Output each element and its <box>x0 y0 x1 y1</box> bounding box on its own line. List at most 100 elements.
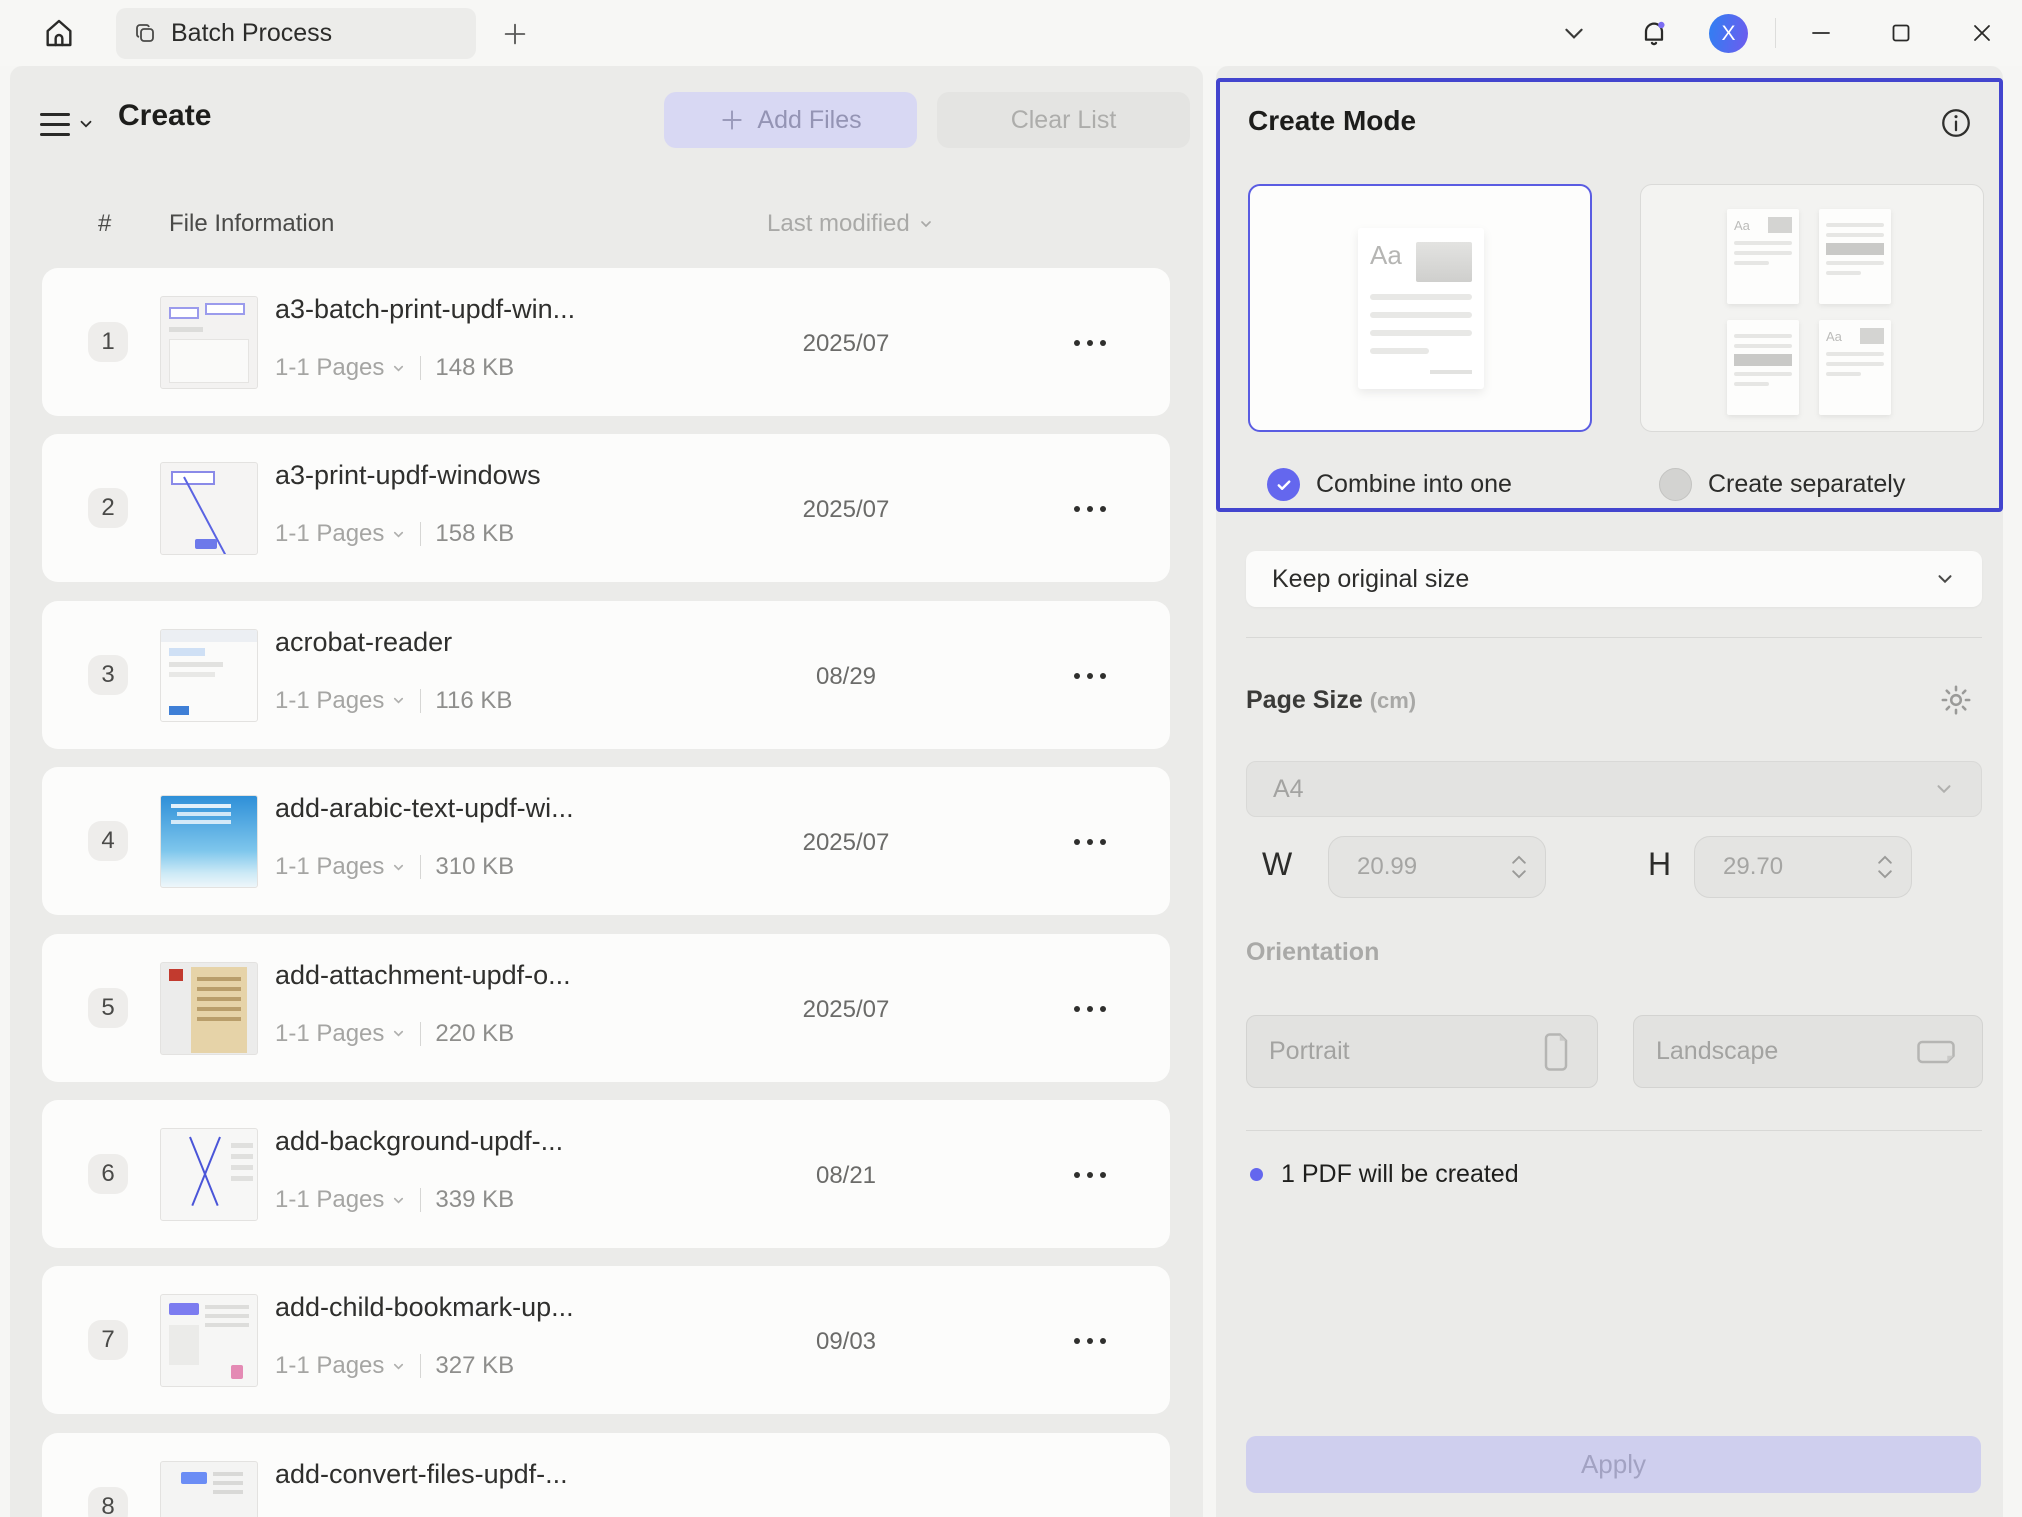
file-row: 5 add-attachment-updf-o... 1-1 Pages 220… <box>42 934 1170 1082</box>
notifications-button[interactable] <box>1632 0 1676 66</box>
chevron-down-icon <box>1877 870 1893 879</box>
file-name: acrobat-reader <box>275 627 452 658</box>
file-name: a3-batch-print-updf-win... <box>275 294 575 325</box>
meta-divider <box>420 1354 421 1378</box>
add-files-button[interactable]: Add Files <box>664 92 917 148</box>
file-list-panel: Create Add Files Clear List # File Infor… <box>10 66 1203 1517</box>
size-mode-select[interactable]: Keep original size <box>1246 551 1982 607</box>
menu-button[interactable] <box>40 106 106 142</box>
file-name: a3-print-updf-windows <box>275 460 541 491</box>
more-actions-button[interactable] <box>1060 663 1120 689</box>
bell-icon <box>1638 17 1670 49</box>
radio-create-separately[interactable]: Create separately <box>1659 468 1905 501</box>
portrait-page-icon <box>1541 1033 1571 1071</box>
file-name: add-background-updf-... <box>275 1126 563 1157</box>
more-actions-button[interactable] <box>1060 1328 1120 1354</box>
file-name: add-child-bookmark-up... <box>275 1292 574 1323</box>
last-modified-date: 08/21 <box>771 1162 921 1190</box>
avatar[interactable]: X <box>1709 14 1748 53</box>
width-input <box>1357 853 1477 881</box>
plus-icon <box>719 107 745 133</box>
file-row: 3 acrobat-reader 1-1 Pages 116 KB 08/29 <box>42 601 1170 749</box>
pages-dropdown[interactable]: 1-1 Pages <box>275 687 406 715</box>
tab-batch-process[interactable]: Batch Process <box>116 8 476 59</box>
radio-combine-into-one[interactable]: Combine into one <box>1267 468 1512 501</box>
more-actions-button[interactable] <box>1060 330 1120 356</box>
chevron-down-icon <box>391 860 406 875</box>
page-title: Create <box>118 99 211 133</box>
more-actions-button[interactable] <box>1060 829 1120 855</box>
chevron-down-icon <box>391 527 406 542</box>
height-label: H <box>1648 846 1671 883</box>
chevron-down-icon <box>1934 568 1956 590</box>
file-size: 148 KB <box>435 354 514 382</box>
pages-dropdown[interactable]: 1-1 Pages <box>275 354 406 382</box>
info-button[interactable] <box>1939 106 1973 140</box>
file-name: add-convert-files-updf-... <box>275 1459 568 1490</box>
last-modified-date: 2025/07 <box>771 996 921 1024</box>
separate-docs-illustration: Aa Aa <box>1727 209 1891 415</box>
page-size-settings-button[interactable] <box>1938 682 1974 718</box>
file-thumbnail <box>160 296 258 389</box>
height-field <box>1694 836 1912 898</box>
file-size: 220 KB <box>435 1020 514 1048</box>
mode-card-combine[interactable]: Aa <box>1248 184 1592 432</box>
width-stepper <box>1511 855 1527 879</box>
new-tab-button[interactable] <box>498 17 532 51</box>
last-modified-date: 08/29 <box>771 663 921 691</box>
combine-label: Combine into one <box>1316 470 1512 499</box>
minimize-button[interactable] <box>1799 0 1843 66</box>
column-file-information: File Information <box>169 210 334 238</box>
radio-checked-icon <box>1267 468 1300 501</box>
chevron-down-icon <box>1933 778 1955 800</box>
file-thumbnail <box>160 962 258 1055</box>
page-size-unit: (cm) <box>1370 688 1416 713</box>
pages-label: 1-1 Pages <box>275 1352 384 1380</box>
file-number: 3 <box>88 655 128 695</box>
file-row: 2 a3-print-updf-windows 1-1 Pages 158 KB… <box>42 434 1170 582</box>
pages-dropdown[interactable]: 1-1 Pages <box>275 1020 406 1048</box>
status-text: 1 PDF will be created <box>1281 1160 1519 1189</box>
file-meta: 1-1 Pages 148 KB <box>275 354 514 382</box>
last-modified-date: 09/03 <box>771 1328 921 1356</box>
maximize-button[interactable] <box>1879 0 1923 66</box>
file-thumbnail <box>160 1461 258 1517</box>
sort-last-modified[interactable]: Last modified <box>767 210 934 238</box>
pages-dropdown[interactable]: 1-1 Pages <box>275 1186 406 1214</box>
separate-label: Create separately <box>1708 470 1905 499</box>
more-actions-button[interactable] <box>1060 1162 1120 1188</box>
close-button[interactable] <box>1960 0 2004 66</box>
pages-dropdown[interactable]: 1-1 Pages <box>275 853 406 881</box>
mode-card-separate[interactable]: Aa Aa <box>1640 184 1984 432</box>
pages-label: 1-1 Pages <box>275 1020 384 1048</box>
file-thumbnail <box>160 629 258 722</box>
chevron-down-icon <box>391 693 406 708</box>
pages-dropdown[interactable]: 1-1 Pages <box>275 520 406 548</box>
chevron-up-icon <box>1877 855 1893 864</box>
more-actions-button[interactable] <box>1060 496 1120 522</box>
section-divider <box>1246 1130 1982 1131</box>
apply-button[interactable]: Apply <box>1246 1436 1981 1493</box>
last-modified-date: 2025/07 <box>771 496 921 524</box>
meta-divider <box>420 522 421 546</box>
pages-dropdown[interactable]: 1-1 Pages <box>275 1352 406 1380</box>
meta-divider <box>420 855 421 879</box>
clear-list-button[interactable]: Clear List <box>937 92 1190 148</box>
meta-divider <box>420 356 421 380</box>
landscape-label: Landscape <box>1656 1037 1778 1066</box>
meta-divider <box>420 689 421 713</box>
file-row: 6 add-background-updf-... 1-1 Pages 339 … <box>42 1100 1170 1248</box>
file-size: 158 KB <box>435 520 514 548</box>
home-button[interactable] <box>38 12 80 54</box>
file-meta: 1-1 Pages 158 KB <box>275 520 514 548</box>
window-menu-chevron[interactable] <box>1552 0 1596 66</box>
last-modified-date: 2025/07 <box>771 829 921 857</box>
pages-label: 1-1 Pages <box>275 687 384 715</box>
file-size: 327 KB <box>435 1352 514 1380</box>
pages-label: 1-1 Pages <box>275 354 384 382</box>
file-row: 8 add-convert-files-updf-... <box>42 1433 1170 1517</box>
file-number: 1 <box>88 322 128 362</box>
chevron-down-icon <box>918 216 934 232</box>
last-modified-date: 2025/07 <box>771 330 921 358</box>
more-actions-button[interactable] <box>1060 996 1120 1022</box>
